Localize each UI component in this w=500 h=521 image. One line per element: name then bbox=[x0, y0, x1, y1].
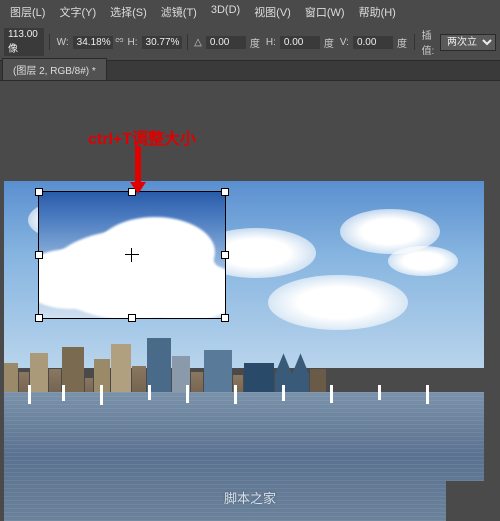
w-label: W: bbox=[55, 37, 71, 48]
divider bbox=[414, 34, 415, 50]
angle-input[interactable]: 0.00 bbox=[206, 36, 246, 49]
transform-handle-br[interactable] bbox=[221, 314, 229, 322]
width-input[interactable]: 34.18% bbox=[73, 36, 113, 49]
menu-layer[interactable]: 图层(L) bbox=[4, 2, 51, 22]
canvas-area: ctrl+T调整大小 bbox=[0, 81, 500, 521]
corner-badge bbox=[446, 481, 500, 521]
menu-window[interactable]: 窗口(W) bbox=[299, 2, 351, 22]
transform-handle-bm[interactable] bbox=[128, 314, 136, 322]
boats bbox=[4, 385, 484, 412]
arrow-icon bbox=[128, 146, 148, 199]
menu-help[interactable]: 帮助(H) bbox=[353, 2, 402, 22]
v-skew-label: V: bbox=[338, 37, 351, 48]
interp-label: 插值: bbox=[420, 27, 438, 57]
menu-view[interactable]: 视图(V) bbox=[248, 2, 297, 22]
h-skew-label: H: bbox=[264, 37, 278, 48]
menu-3d[interactable]: 3D(D) bbox=[205, 2, 246, 22]
tab-bar: (图层 2, RGB/8#) * bbox=[0, 61, 500, 81]
menu-bar: 图层(L) 文字(Y) 选择(S) 滤镜(T) 3D(D) 视图(V) 窗口(W… bbox=[0, 0, 500, 24]
angle-icon: △ bbox=[192, 37, 204, 48]
menu-select[interactable]: 选择(S) bbox=[104, 2, 153, 22]
deg-label: 度 bbox=[248, 35, 262, 50]
deg-label: 度 bbox=[395, 35, 409, 50]
transform-bounding-box[interactable] bbox=[38, 191, 226, 319]
x-input[interactable]: 113.00 像 bbox=[4, 28, 44, 56]
transform-handle-tl[interactable] bbox=[35, 188, 43, 196]
options-bar: 113.00 像 W: 34.18% H: 30.77% △ 0.00 度 H:… bbox=[0, 24, 500, 61]
h-label: H: bbox=[126, 37, 140, 48]
transform-handle-ml[interactable] bbox=[35, 251, 43, 259]
transform-center-icon[interactable] bbox=[125, 248, 139, 262]
link-icon[interactable] bbox=[115, 35, 124, 49]
divider bbox=[49, 34, 50, 50]
h-skew-input[interactable]: 0.00 bbox=[280, 36, 320, 49]
v-skew-input[interactable]: 0.00 bbox=[353, 36, 393, 49]
menu-filter[interactable]: 滤镜(T) bbox=[155, 2, 203, 22]
height-input[interactable]: 30.77% bbox=[142, 36, 182, 49]
watermark-text: 脚本之家 bbox=[224, 488, 276, 507]
transform-handle-mr[interactable] bbox=[221, 251, 229, 259]
divider bbox=[187, 34, 188, 50]
transform-handle-bl[interactable] bbox=[35, 314, 43, 322]
document-tab[interactable]: (图层 2, RGB/8#) * bbox=[2, 58, 107, 80]
menu-text[interactable]: 文字(Y) bbox=[53, 2, 102, 22]
transform-handle-tr[interactable] bbox=[221, 188, 229, 196]
interp-select[interactable]: 两次立 bbox=[440, 34, 496, 51]
deg-label: 度 bbox=[322, 35, 336, 50]
